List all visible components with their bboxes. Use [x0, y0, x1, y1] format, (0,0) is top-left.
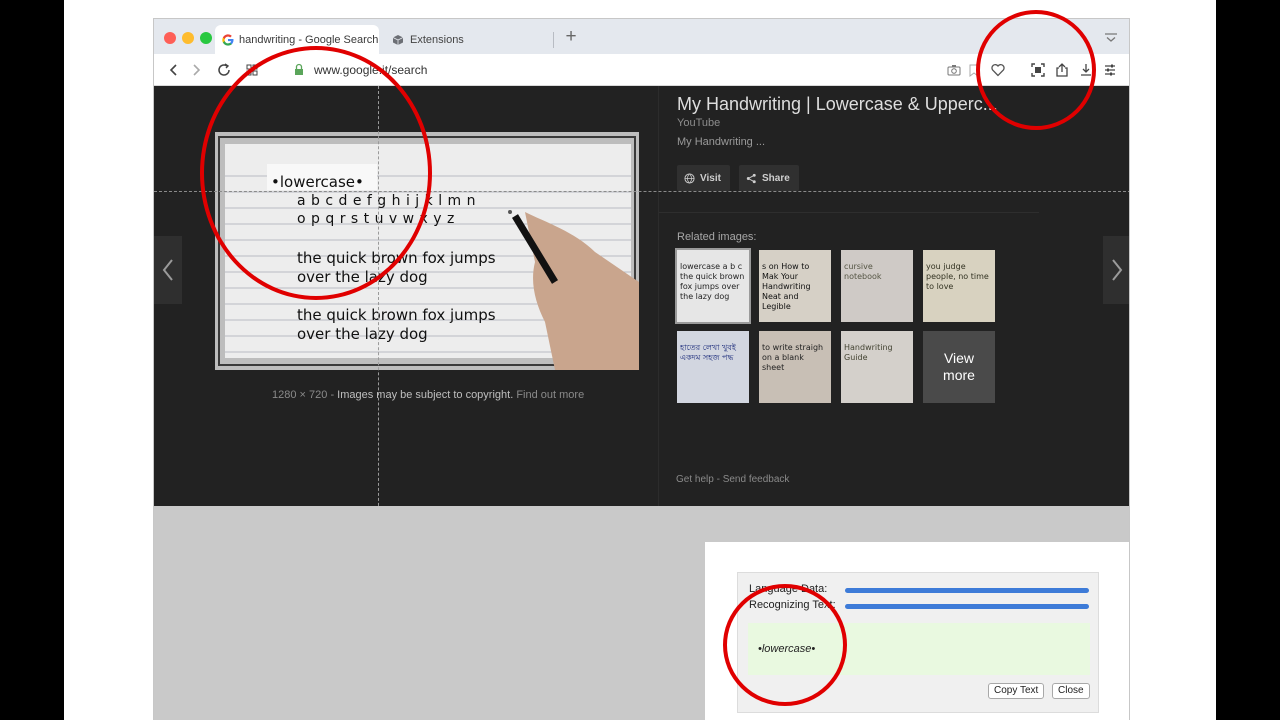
- image-text-line3: the quick brown fox jumps: [297, 306, 496, 324]
- lock-icon: [295, 63, 303, 75]
- google-g-icon: [222, 33, 234, 46]
- tab-menu-icon[interactable]: [1104, 32, 1118, 44]
- image-text-heading: •lowercase•: [271, 173, 364, 191]
- address-bar[interactable]: www.google.it/search: [314, 63, 427, 77]
- heart-icon[interactable]: [990, 62, 1006, 78]
- related-image-thumbnail[interactable]: to write straigh on a blank sheet: [759, 331, 831, 403]
- image-text-alphabet2: o p q r s t u v w x y z: [297, 211, 455, 227]
- close-window-button[interactable]: [164, 32, 176, 44]
- related-image-thumbnail[interactable]: s on How to Mak Your Handwriting Neat an…: [759, 250, 831, 322]
- image-text-line2: over the lazy dog: [297, 268, 428, 286]
- tab-strip: handwriting - Google Search Extensions +: [154, 19, 1129, 54]
- download-icon[interactable]: [1078, 62, 1094, 78]
- send-feedback-link[interactable]: Send feedback: [723, 474, 790, 485]
- selection-crosshair-vertical: [378, 86, 379, 521]
- thumbnail-caption: cursive notebook: [844, 262, 882, 281]
- copy-text-button[interactable]: Copy Text: [988, 683, 1045, 699]
- screen-capture: handwriting - Google Search Extensions +: [64, 0, 1216, 720]
- recognizing-text-progress: [845, 604, 1089, 609]
- next-image-button[interactable]: [1103, 236, 1129, 304]
- globe-icon: [684, 172, 695, 184]
- forward-arrow-icon[interactable]: [188, 62, 204, 78]
- view-more-thumbnail[interactable]: View more: [923, 331, 995, 403]
- browser-window: handwriting - Google Search Extensions +: [153, 18, 1130, 720]
- tab-label: Extensions: [410, 33, 464, 46]
- share-icon[interactable]: [1054, 62, 1070, 78]
- image-viewer: •lowercase• a b c d e f g h i j k l m n …: [154, 86, 1129, 506]
- tab-label: handwriting - Google Search: [239, 33, 379, 46]
- related-image-thumbnail[interactable]: হাতের লেখা খুবই একদম সহজ পদ্ধ: [677, 331, 749, 403]
- thumbnail-caption: to write straigh on a blank sheet: [762, 343, 824, 372]
- thumbnail-caption: you judge people, no time to love: [926, 262, 989, 291]
- new-tab-button[interactable]: +: [560, 27, 582, 49]
- image-text-line1: the quick brown fox jumps: [297, 249, 496, 267]
- close-button[interactable]: Close: [1052, 683, 1090, 699]
- chevron-right-icon: [1112, 259, 1123, 281]
- panel-divider: [659, 212, 1039, 213]
- settings-sliders-icon[interactable]: [1102, 62, 1118, 78]
- recognizing-text-label: Recognizing Text:: [749, 599, 836, 611]
- previous-image-button[interactable]: [154, 236, 182, 304]
- back-arrow-icon[interactable]: [166, 62, 182, 78]
- thumbnail-caption: s on How to Mak Your Handwriting Neat an…: [762, 262, 811, 311]
- image-text-alphabet1: a b c d e f g h i j k l m n: [297, 193, 476, 209]
- panel-footer: Get help - Send feedback: [676, 474, 790, 485]
- share-label: Share: [762, 172, 790, 184]
- find-out-more-link[interactable]: Find out more: [516, 389, 584, 401]
- minimize-window-button[interactable]: [182, 32, 194, 44]
- tab-extensions[interactable]: Extensions: [386, 25, 551, 54]
- bookmark-icon[interactable]: [966, 62, 982, 78]
- ocr-box: Language Data: Recognizing Text: •lowerc…: [737, 572, 1099, 713]
- speed-dial-grid-icon[interactable]: [244, 62, 260, 78]
- get-help-link[interactable]: Get help: [676, 474, 714, 485]
- share-button[interactable]: Share: [739, 165, 799, 191]
- visit-button[interactable]: Visit: [677, 165, 730, 191]
- language-data-progress: [845, 588, 1089, 593]
- reload-icon[interactable]: [216, 62, 232, 78]
- image-dimensions: 1280 × 720: [272, 389, 328, 401]
- camera-icon[interactable]: [946, 62, 962, 78]
- image-info-line: 1280 × 720 - Images may be subject to co…: [272, 389, 585, 401]
- copyright-notice: Images may be subject to copyright.: [337, 389, 514, 401]
- thumbnail-caption: হাতের লেখা খুবই একদম সহজ পদ্ধ: [680, 343, 736, 362]
- ocr-popup: Language Data: Recognizing Text: •lowerc…: [705, 542, 1129, 720]
- tab-google-search[interactable]: handwriting - Google Search: [215, 25, 379, 54]
- image-details-panel: My Handwriting | Lowercase & Upperc... Y…: [658, 86, 1129, 506]
- thumbnail-caption: lowercase a b c the quick brown fox jump…: [680, 262, 745, 301]
- chevron-left-icon: [162, 259, 173, 281]
- image-description: My Handwriting ...: [677, 136, 766, 148]
- ocr-result-area[interactable]: •lowercase•: [748, 623, 1090, 675]
- ocr-result-text: •lowercase•: [758, 643, 816, 655]
- image-source: YouTube: [677, 117, 721, 129]
- view-more-label: View more: [943, 350, 975, 383]
- share-nodes-icon: [746, 173, 756, 183]
- screenshot-icon[interactable]: [1030, 62, 1046, 78]
- related-image-thumbnail[interactable]: lowercase a b c the quick brown fox jump…: [675, 248, 751, 324]
- tab-divider: [553, 32, 554, 48]
- zoom-window-button[interactable]: [200, 32, 212, 44]
- image-text-line4: over the lazy dog: [297, 325, 428, 343]
- related-image-thumbnail[interactable]: Handwriting Guide: [841, 331, 913, 403]
- related-image-thumbnail[interactable]: you judge people, no time to love: [923, 250, 995, 322]
- selection-crosshair-horizontal: [154, 191, 1129, 192]
- preview-image[interactable]: •lowercase• a b c d e f g h i j k l m n …: [215, 132, 639, 370]
- puzzle-icon: [392, 34, 404, 45]
- visit-label: Visit: [700, 172, 721, 184]
- image-title[interactable]: My Handwriting | Lowercase & Upperc...: [677, 94, 998, 115]
- related-image-thumbnail[interactable]: cursive notebook: [841, 250, 913, 322]
- related-images-heading: Related images:: [677, 231, 757, 243]
- thumbnail-caption: Handwriting Guide: [844, 343, 893, 362]
- address-toolbar: www.google.it/search: [154, 54, 1129, 86]
- language-data-label: Language Data:: [749, 583, 828, 595]
